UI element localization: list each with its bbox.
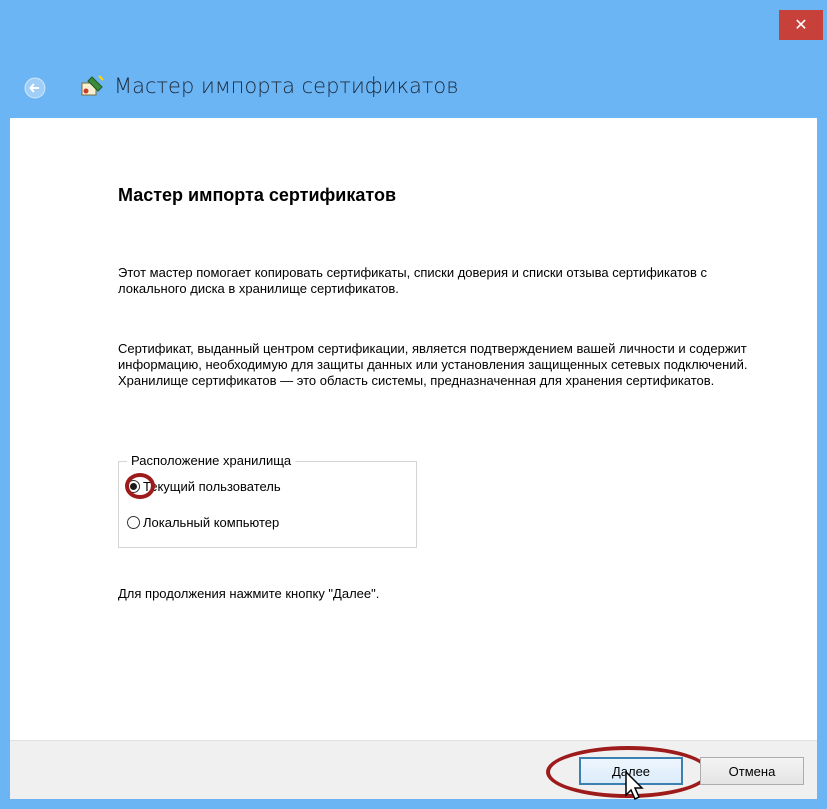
intro-paragraph: Этот мастер помогает копировать сертифик…: [118, 265, 708, 296]
wizard-window: ✕ Мастер импорта сертификатов Мастер имп…: [0, 0, 827, 809]
cancel-button[interactable]: Отмена: [700, 757, 804, 785]
close-icon: ✕: [794, 17, 808, 34]
next-button[interactable]: Далее: [579, 757, 683, 785]
title-bar: Мастер импорта сертификатов: [0, 58, 827, 118]
radio-current-user-label[interactable]: Текущий пользователь: [143, 479, 281, 494]
back-arrow-icon[interactable]: [24, 77, 46, 99]
radio-local-machine[interactable]: Локальный компьютер: [127, 515, 279, 530]
radio-local-machine-indicator[interactable]: [127, 516, 140, 529]
radio-local-machine-label[interactable]: Локальный компьютер: [143, 515, 279, 530]
certificate-wizard-icon: [81, 75, 104, 96]
page-title: Мастер импорта сертификатов: [118, 185, 397, 205]
store-location-group: Расположение хранилища Текущий пользоват…: [118, 453, 417, 548]
continue-hint: Для продолжения нажмите кнопку "Далее".: [118, 586, 380, 601]
button-bar: Далее Отмена: [10, 740, 817, 801]
description-paragraph: Сертификат, выданный центром сертификаци…: [118, 341, 748, 388]
radio-current-user[interactable]: Текущий пользователь: [125, 473, 281, 499]
close-button[interactable]: ✕: [779, 10, 823, 40]
radio-current-user-indicator[interactable]: [127, 480, 140, 493]
wizard-content: Мастер импорта сертификатов Этот мастер …: [10, 118, 817, 740]
store-location-legend: Расположение хранилища: [127, 453, 296, 468]
window-title: Мастер импорта сертификатов: [114, 74, 459, 98]
